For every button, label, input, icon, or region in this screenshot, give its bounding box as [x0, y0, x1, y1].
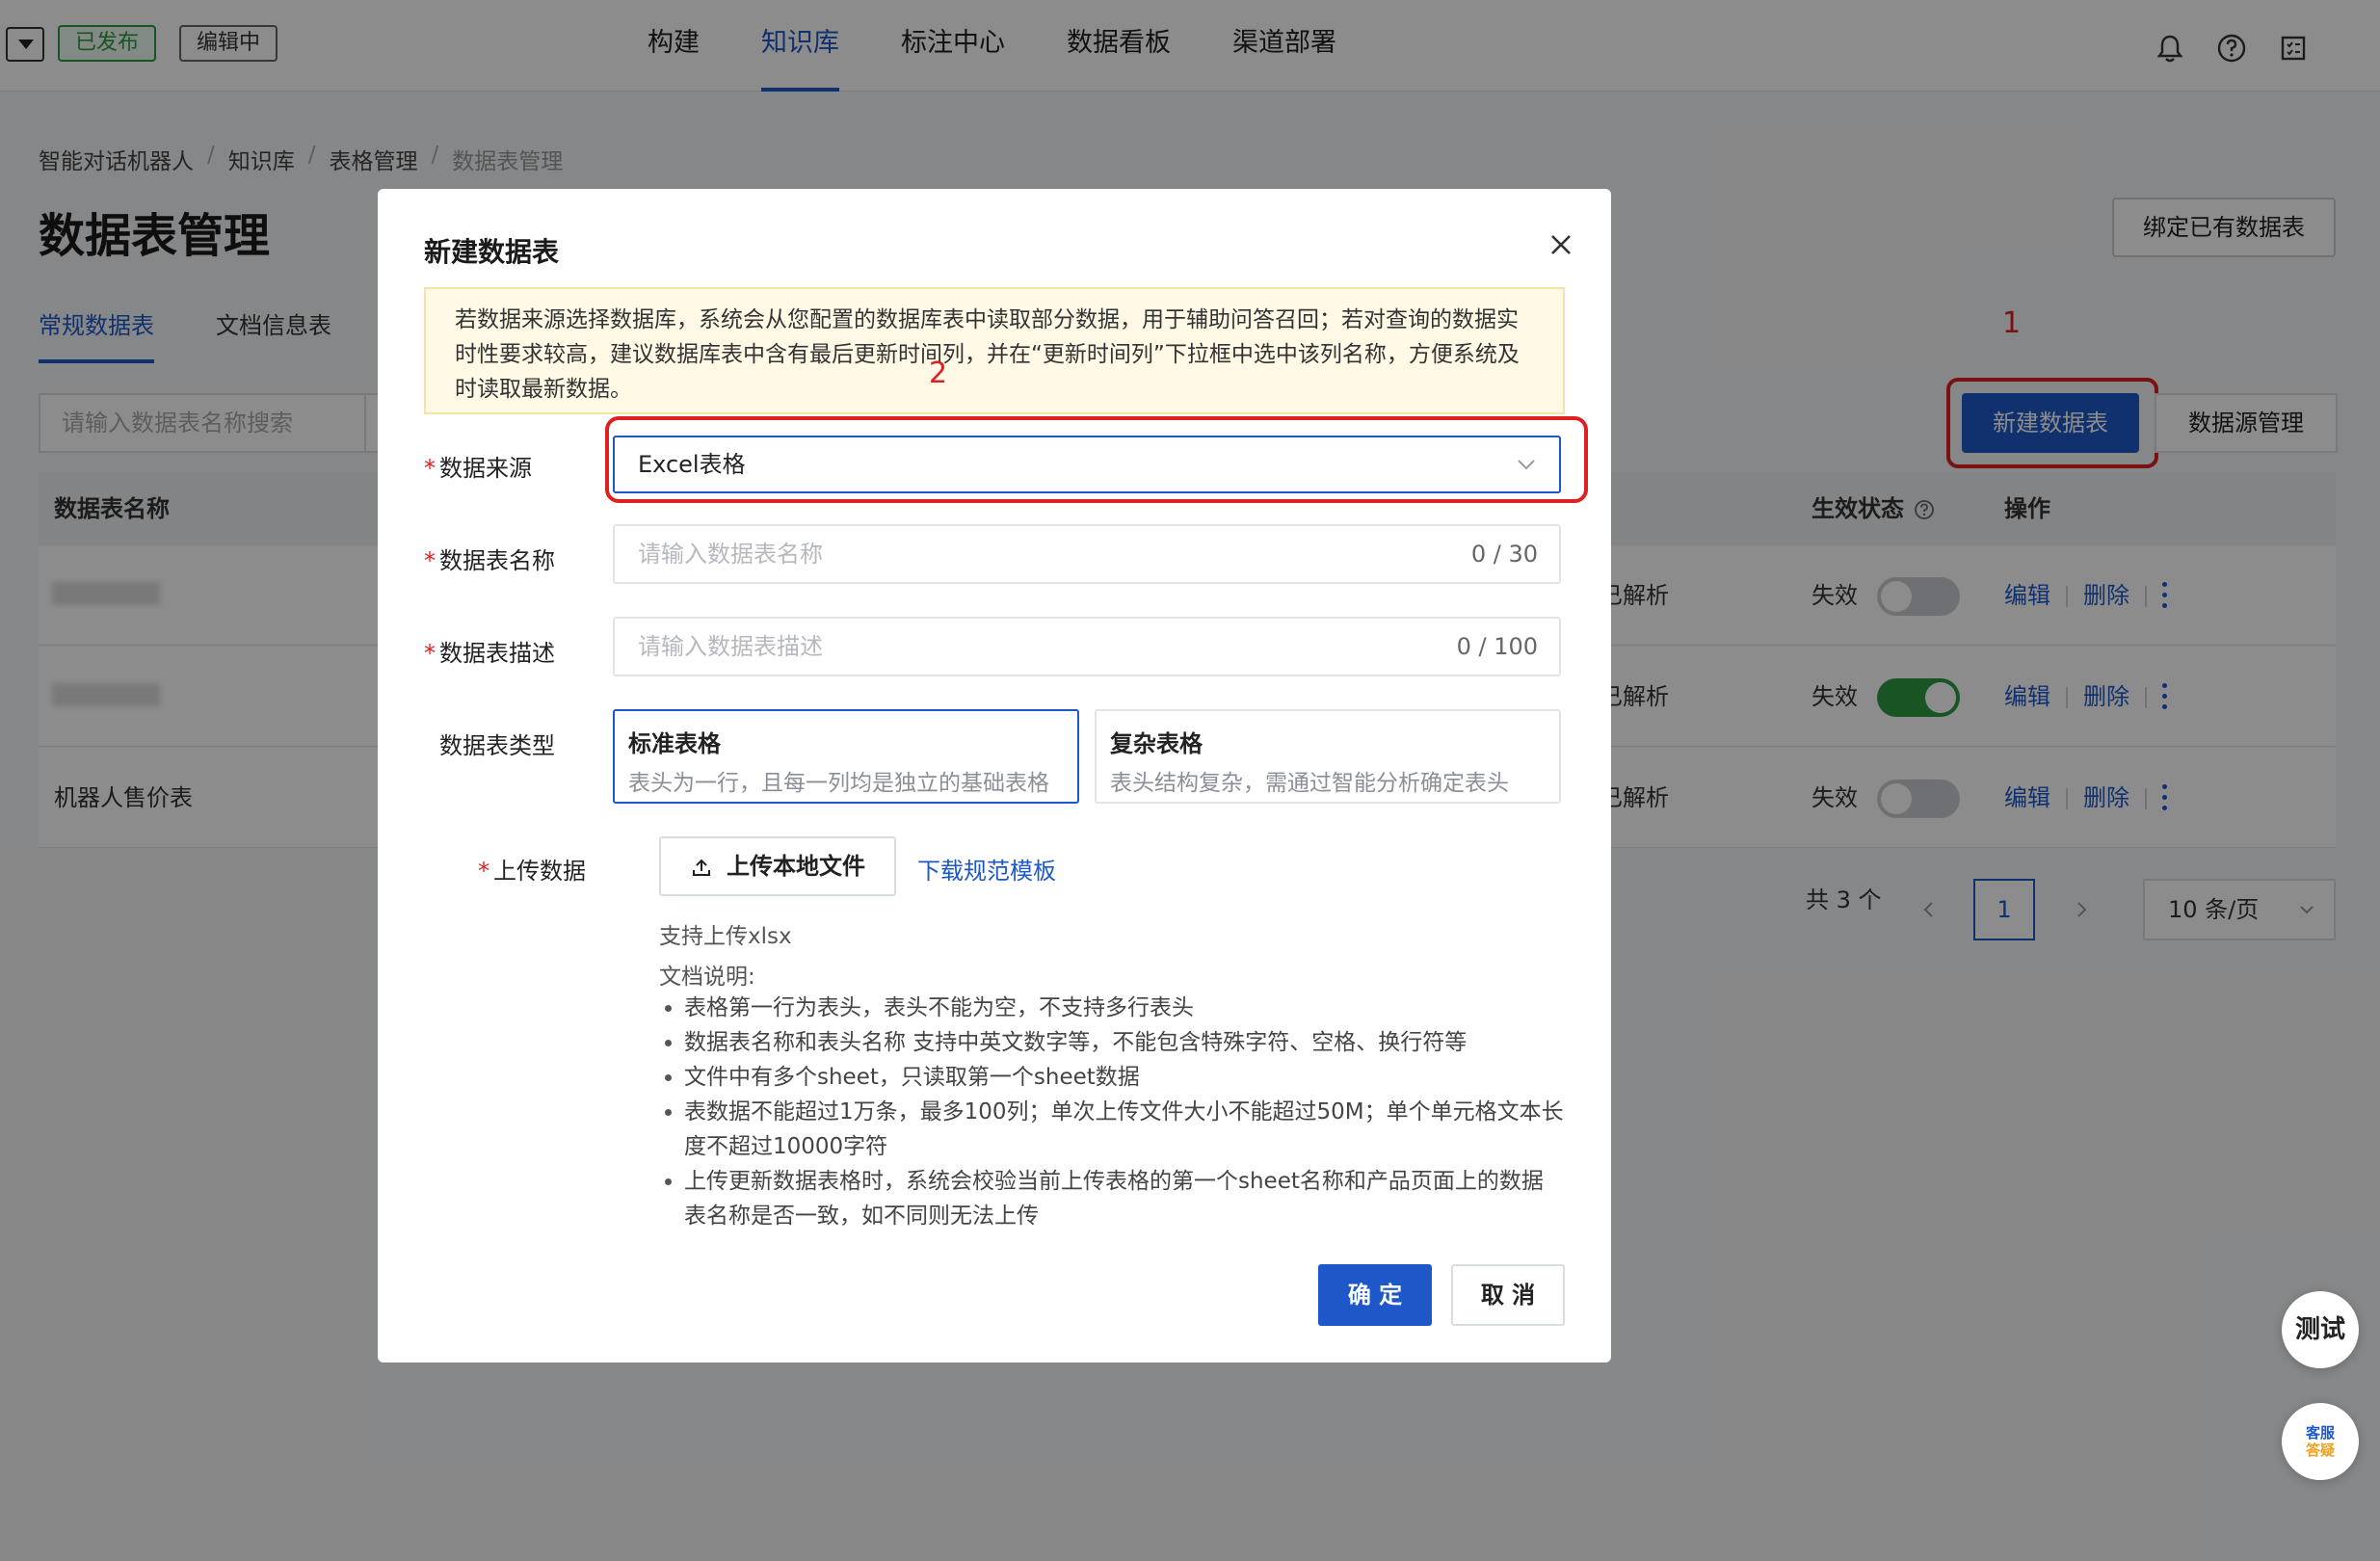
- table-name-placeholder: 请输入数据表名称: [638, 541, 823, 568]
- service-label-2: 答疑: [2305, 1442, 2335, 1459]
- doc-list: 表格第一行为表头，表头不能为空，不支持多行表头 数据表名称和表头名称 支持中英文…: [659, 991, 1565, 1233]
- info-notice: 若数据来源选择数据库，系统会从您配置的数据库表中读取部分数据，用于辅助问答召回；…: [424, 287, 1565, 414]
- upload-icon: [693, 859, 710, 876]
- table-desc-input[interactable]: 请输入数据表描述 0 / 100: [613, 617, 1561, 676]
- new-table-dialog: 新建数据表 若数据来源选择数据库，系统会从您配置的数据库表中读取部分数据，用于辅…: [378, 189, 1611, 1363]
- type-title: 复杂表格: [1110, 730, 1203, 757]
- dialog-title: 新建数据表: [424, 236, 560, 268]
- cancel-button[interactable]: 取 消: [1451, 1264, 1565, 1326]
- type-option-standard[interactable]: 标准表格 表头为一行，且每一列均是独立的基础表格: [613, 709, 1079, 804]
- type-title: 标准表格: [628, 730, 721, 757]
- type-label: 数据表类型: [439, 732, 555, 759]
- desc-label: * 数据表描述: [424, 640, 555, 667]
- table-desc-placeholder: 请输入数据表描述: [638, 633, 823, 660]
- customer-service-float-button[interactable]: 客服 答疑: [2282, 1403, 2359, 1480]
- upload-local-file-button[interactable]: 上传本地文件: [659, 836, 896, 896]
- desc-char-count: 0 / 100: [1456, 633, 1538, 660]
- table-name-input[interactable]: 请输入数据表名称 0 / 30: [613, 524, 1561, 584]
- source-label: * 数据来源: [424, 455, 532, 482]
- doc-item: 表数据不能超过1万条，最多100列；单次上传文件大小不能超过50M；单个单元格文…: [659, 1095, 1565, 1164]
- name-char-count: 0 / 30: [1470, 541, 1538, 568]
- test-float-button[interactable]: 测试: [2282, 1291, 2359, 1368]
- doc-item: 数据表名称和表头名称 支持中英文数字等，不能包含特殊字符、空格、换行符等: [659, 1025, 1565, 1060]
- data-source-value: Excel表格: [638, 451, 746, 478]
- support-format-text: 支持上传xlsx: [659, 924, 792, 949]
- close-icon[interactable]: [1544, 227, 1578, 262]
- doc-item: 上传更新数据表格时，系统会校验当前上传表格的第一个sheet名称和产品页面上的数…: [659, 1164, 1565, 1233]
- data-source-select[interactable]: Excel表格: [613, 436, 1561, 493]
- type-desc: 表头为一行，且每一列均是独立的基础表格: [628, 771, 1049, 796]
- type-option-complex[interactable]: 复杂表格 表头结构复杂，需通过智能分析确定表头: [1095, 709, 1561, 804]
- annotation-marker-2: 2: [929, 357, 948, 390]
- doc-item: 文件中有多个sheet，只读取第一个sheet数据: [659, 1060, 1565, 1095]
- confirm-button[interactable]: 确 定: [1318, 1264, 1432, 1326]
- download-template-link[interactable]: 下载规范模板: [917, 852, 1056, 886]
- upload-label: * 上传数据: [478, 858, 586, 885]
- service-label-1: 客服: [2305, 1424, 2335, 1442]
- doc-item: 表格第一行为表头，表头不能为空，不支持多行表头: [659, 991, 1565, 1025]
- name-label: * 数据表名称: [424, 547, 555, 574]
- chevron-down-icon: [1518, 460, 1535, 470]
- doc-title: 文档说明:: [659, 965, 755, 990]
- type-desc: 表头结构复杂，需通过智能分析确定表头: [1110, 771, 1509, 796]
